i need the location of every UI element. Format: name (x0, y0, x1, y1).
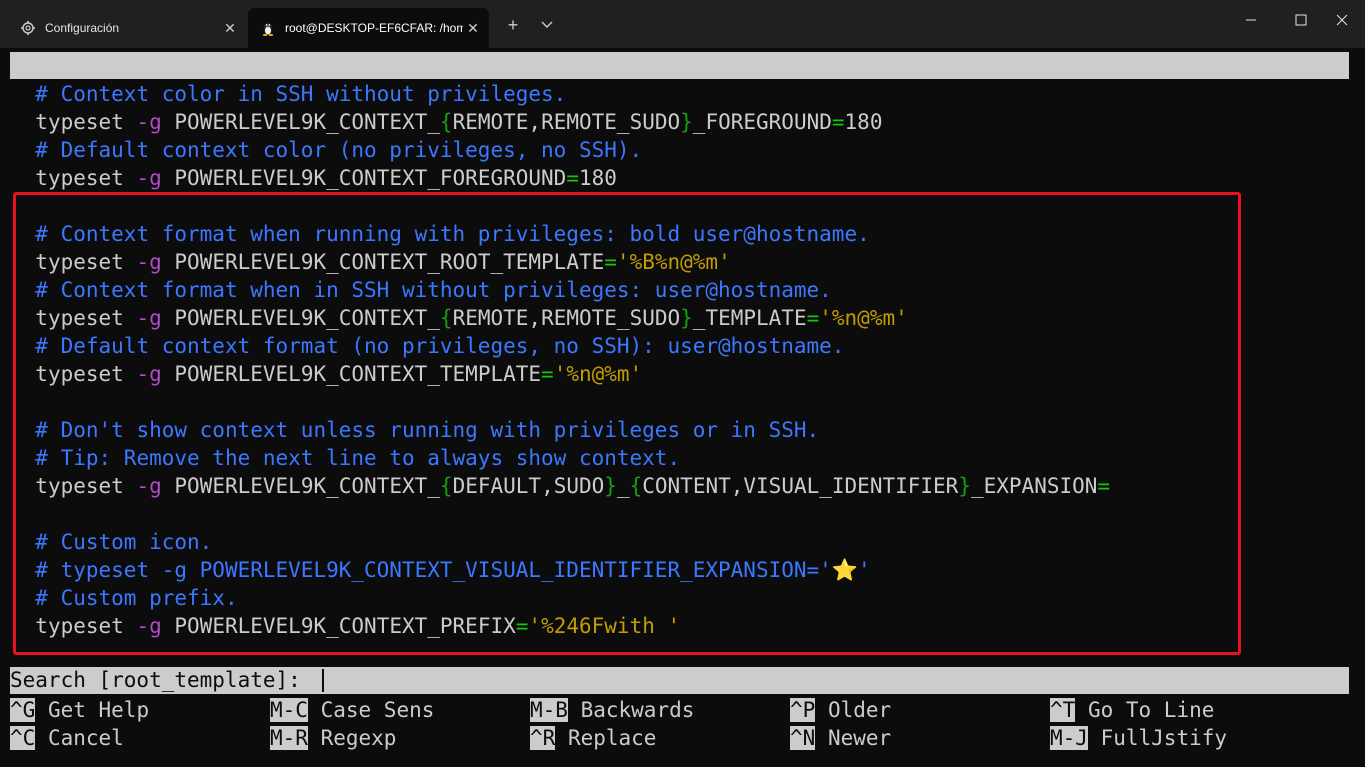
minimize-button[interactable] (1228, 6, 1274, 36)
shortcut-backwards[interactable]: M-B Backwards (530, 696, 694, 724)
scrollbar[interactable] (1351, 48, 1365, 767)
chevron-down-icon[interactable] (532, 12, 562, 38)
text-cursor (322, 669, 324, 692)
shortcut-older[interactable]: ^P Older (790, 696, 891, 724)
tab-terminal[interactable]: root@DESKTOP-EF6CFAR: /hom ✕ (248, 8, 489, 48)
shortcut-fulljustify[interactable]: M-J FullJstify (1050, 724, 1227, 752)
code-line: typeset -g POWERLEVEL9K_CONTEXT_{REMOTE,… (35, 110, 883, 134)
close-tab-icon[interactable]: ✕ (220, 20, 240, 37)
shortcut-newer[interactable]: ^N Newer (790, 724, 891, 752)
shortcut-go-to-line[interactable]: ^T Go To Line (1050, 696, 1214, 724)
close-tab-icon[interactable]: ✕ (463, 20, 483, 37)
code-line: # Default context color (no privileges, … (35, 138, 643, 162)
shortcut-case-sens[interactable]: M-C Case Sens (270, 696, 434, 724)
code-line: typeset -g POWERLEVEL9K_CONTEXT_FOREGROU… (35, 166, 617, 190)
tab-label: root@DESKTOP-EF6CFAR: /hom (285, 21, 463, 35)
title-bar: Configuración ✕ root@DESKTOP-EF6CFAR: /h… (0, 0, 1365, 48)
shortcut-replace[interactable]: ^R Replace (530, 724, 656, 752)
maximize-button[interactable] (1278, 6, 1324, 36)
shortcut-cancel[interactable]: ^C Cancel (10, 724, 124, 752)
search-prompt: Search [root_template]: (10, 668, 301, 692)
shortcut-regexp[interactable]: M-R Regexp (270, 724, 396, 752)
linux-penguin-icon (260, 20, 276, 36)
gear-icon (20, 20, 36, 36)
shortcut-get-help[interactable]: ^G Get Help (10, 696, 149, 724)
code-line: # Context color in SSH without privilege… (35, 82, 567, 106)
search-bar[interactable]: Search [root_template]: (10, 667, 1349, 694)
nano-header: GNU nano 4.8 /root/.p10k.zsh (10, 52, 1349, 131)
tab-label: Configuración (45, 21, 120, 35)
highlight-box (13, 192, 1241, 655)
new-tab-button[interactable]: + (498, 12, 528, 38)
close-window-button[interactable] (1319, 6, 1365, 36)
tab-settings[interactable]: Configuración ✕ (8, 8, 246, 48)
